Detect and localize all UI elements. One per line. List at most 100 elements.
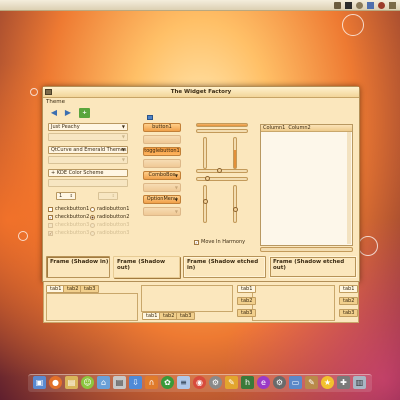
folder-icon[interactable]: ▤ <box>65 376 78 389</box>
spin-arrows-icon[interactable]: ⇕ <box>70 193 73 199</box>
trash-icon[interactable]: ▥ <box>353 376 366 389</box>
chevron-down-icon: ▼ <box>121 124 125 129</box>
qtcurve-combo[interactable]: QtCurve and Emerald Themes ▼ <box>48 146 128 154</box>
slider-knob[interactable] <box>217 168 222 173</box>
togglebutton1[interactable]: togglebutton1 <box>143 147 181 156</box>
frame-shadow-in-title: Frame (Shadow in) <box>50 259 109 265</box>
disabled-combo-1: ▼ <box>48 133 128 141</box>
hedgewars-icon[interactable]: h <box>241 376 254 389</box>
terminal-icon[interactable]: ≡ <box>177 376 190 389</box>
gear-icon[interactable]: ⚙ <box>273 376 286 389</box>
frame-shadow-out: Frame (Shadow out) <box>113 256 180 278</box>
column2-header[interactable]: Column2 <box>288 125 310 131</box>
widget-factory-window: The Widget Factory Theme ◀ ▶ + Just Peac… <box>42 86 360 282</box>
tab-bottom-3[interactable]: tab3 <box>176 312 196 320</box>
togglebutton1-label: togglebutton1 <box>144 148 180 154</box>
download-icon[interactable]: ⇩ <box>129 376 142 389</box>
vertical-slider-1[interactable] <box>203 185 207 223</box>
chrome-icon[interactable]: e <box>257 376 270 389</box>
gamepad-icon[interactable]: ✚ <box>337 376 350 389</box>
menu-theme[interactable]: Theme <box>46 99 65 105</box>
frame-shadow-etched-in-title: Frame (Shadow etched in) <box>187 259 259 271</box>
disabled-entry <box>48 179 128 187</box>
add-icon[interactable]: + <box>79 108 90 118</box>
move-in-harmony-row[interactable]: ✓ Move In Harmony <box>194 238 245 246</box>
tabs-bottom-panel <box>141 285 233 312</box>
forward-arrow-icon[interactable]: ▶ <box>62 108 74 118</box>
checkbutton3-label: checkbutton3 <box>55 222 90 228</box>
document-icon[interactable]: ▤ <box>113 376 126 389</box>
tree-scrollbar[interactable] <box>347 132 351 244</box>
button1[interactable]: button1 <box>143 123 181 132</box>
window-title: The Widget Factory <box>170 89 232 95</box>
checkbox-disabled <box>48 222 53 228</box>
chevron-down-icon: ▼ <box>174 185 178 190</box>
chevron-down-icon: ▼ <box>174 197 178 202</box>
optionmenu-button[interactable]: OptionMenu ▼ <box>143 195 181 204</box>
checkbox[interactable] <box>48 206 53 212</box>
radiobutton3-row: radiobutton3 <box>90 221 129 229</box>
combobox-button[interactable]: ComboBox ▼ <box>143 171 181 180</box>
checkbox-checked[interactable]: ✓ <box>48 214 53 220</box>
wallpaper-bubble <box>342 14 364 36</box>
finder-icon[interactable]: ▣ <box>33 376 46 389</box>
tree-header: Column1 Column2 <box>261 125 352 132</box>
checkbox-checked[interactable]: ✓ <box>194 239 199 245</box>
tab-right-3[interactable]: tab3 <box>339 309 359 317</box>
theme-scheme-combo[interactable]: Just Peachy ▼ <box>48 123 128 131</box>
magnet-icon[interactable]: ∩ <box>145 376 158 389</box>
tab-top-3[interactable]: tab3 <box>80 285 100 293</box>
progress-bar-1 <box>196 123 248 127</box>
radio-selected[interactable] <box>90 214 95 220</box>
column1-header[interactable]: Column1 <box>263 125 285 131</box>
slider-knob[interactable] <box>232 207 238 212</box>
tools-icon[interactable]: ✎ <box>225 376 238 389</box>
checkbutton2-row[interactable]: ✓ checkbutton2 <box>48 213 89 221</box>
kde-scheme-field[interactable]: + KDE Color Scheme <box>48 169 128 177</box>
wallpaper-bubble <box>30 88 38 96</box>
radiobutton3-label: radiobutton3 <box>97 222 130 228</box>
combobox-label: ComboBox <box>148 172 176 178</box>
display-icon[interactable]: ▭ <box>289 376 302 389</box>
kde-scheme-value: + KDE Color Scheme <box>51 170 104 176</box>
settings-icon[interactable]: ⚙ <box>209 376 222 389</box>
radiobutton1-row[interactable]: radiobutton1 <box>90 205 129 213</box>
tab-right-2[interactable]: tab2 <box>339 297 359 305</box>
tree-view[interactable]: Column1 Column2 <box>260 124 353 246</box>
window-titlebar[interactable]: The Widget Factory <box>43 87 359 98</box>
slider-knob[interactable] <box>202 199 208 204</box>
tab-right-1[interactable]: tab1 <box>339 285 359 293</box>
tab-left-2[interactable]: tab2 <box>237 297 257 305</box>
network-icon[interactable] <box>334 2 341 9</box>
android-icon[interactable]: ☺ <box>81 376 94 389</box>
game-icon[interactable]: ✿ <box>161 376 174 389</box>
edit-icon[interactable]: ✎ <box>305 376 318 389</box>
firefox-icon[interactable]: ● <box>49 376 62 389</box>
radio[interactable] <box>90 206 95 212</box>
clock-icon[interactable] <box>367 2 374 9</box>
spin-button[interactable]: 1 ⇕ <box>56 192 76 200</box>
wallpaper-bubble <box>358 236 378 256</box>
user-icon[interactable] <box>389 2 396 9</box>
horizontal-slider[interactable] <box>196 169 248 173</box>
radiobutton2-label: radiobutton2 <box>97 214 130 220</box>
volume-icon[interactable] <box>356 2 363 9</box>
checkbutton1-row[interactable]: checkbutton1 <box>48 205 89 213</box>
radiobutton2-row[interactable]: radiobutton2 <box>90 213 129 221</box>
tree-hscrollbar[interactable] <box>260 247 353 252</box>
home-icon[interactable]: ⌂ <box>97 376 110 389</box>
radiobutton4-label: radiobutton3 <box>97 230 130 236</box>
update-icon[interactable] <box>378 2 385 9</box>
window-menu-icon[interactable] <box>45 89 52 95</box>
tab-left-3[interactable]: tab3 <box>237 309 257 317</box>
back-arrow-icon[interactable]: ◀ <box>48 108 60 118</box>
tab-left-1[interactable]: tab1 <box>237 285 257 293</box>
star-icon[interactable]: ★ <box>321 376 334 389</box>
slider-knob[interactable] <box>205 176 210 181</box>
battery-icon[interactable] <box>345 2 352 9</box>
vertical-slider-2[interactable] <box>233 185 237 223</box>
disabled-button <box>143 135 181 144</box>
move-in-harmony-label: Move In Harmony <box>201 239 246 245</box>
browser-icon[interactable]: ◉ <box>193 376 206 389</box>
horizontal-slider-2[interactable] <box>196 177 248 181</box>
